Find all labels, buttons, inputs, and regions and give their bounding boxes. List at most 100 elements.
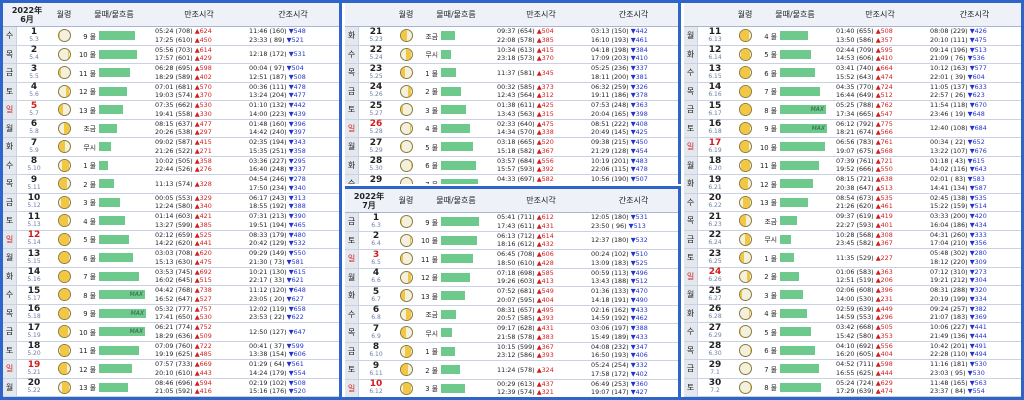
high-tide-1-change: ▲363: [875, 267, 893, 276]
low-tide-cell: 01:18 ( 43) ▼615 14:02 (116) ▼643: [928, 157, 1021, 174]
high-tide-2-change: ▲206: [875, 276, 893, 285]
solar-date: 28: [369, 156, 383, 167]
high-tide-cell: 07:52 (681) ▲549 20:07 (595) ▲404: [493, 287, 589, 304]
low-tide-1-change: ▼532: [630, 236, 648, 244]
high-tide-1-time: 05:25 (788): [836, 101, 874, 110]
high-tide-1: 10:15 (599) ▲367: [497, 343, 589, 352]
tide-strength-bar: [99, 86, 127, 96]
low-tide-2: 18:11 (200) ▼381: [591, 73, 678, 82]
tide-strength-bar: [99, 123, 117, 133]
july-panel-right: 월령 물때/물흐름 만조시각 간조시각 월 11 6.13 4 물 01:40 (655) ▲5…: [684, 3, 1021, 397]
low-tide-2-time: 13:22 (107): [930, 146, 968, 155]
tide-name: 11 물: [420, 255, 438, 264]
low-tide-1-time: 02:19 (102): [249, 378, 287, 387]
high-tide-cell: 01:40 (655) ▲508 13:50 (586) ▲357: [832, 27, 928, 44]
lunar-date: 5.13: [27, 220, 41, 228]
high-tide-cell: 04:42 (768) ▲738 16:52 (647) ▲527: [151, 286, 247, 303]
high-tide-1-change: ▲367: [536, 342, 554, 351]
lunar-date: 6.24: [708, 239, 722, 247]
low-tide-1: 08:51 (222) ▼408: [591, 120, 678, 129]
weekday-cell: 화: [345, 287, 359, 305]
low-tide-2-change: ▼397: [288, 128, 306, 137]
high-tide-2-time: 16:52 (647): [155, 294, 193, 303]
moon-cell: [51, 380, 77, 394]
high-tide-1-change: ▲598: [194, 64, 212, 73]
low-tide-2: 22:01 ( 39) ▼604: [930, 73, 1021, 82]
solar-date: 10: [369, 379, 383, 390]
solar-date: 20: [708, 193, 722, 204]
low-tide-2: 18:55 (192) ▼388: [249, 202, 339, 211]
moon-illumination: [58, 270, 70, 282]
moon-phase-icon: [738, 325, 752, 339]
high-tide-cell: 03:57 (684) ▲556 15:57 (593) ▲392: [493, 157, 589, 174]
weekday-cell: 수: [684, 193, 698, 211]
moon-illumination: [745, 233, 751, 245]
low-tide-2: 13:22 (107) ▼676: [930, 147, 1021, 156]
date-cell: 2 6.4: [359, 232, 393, 248]
tide-name: 2 물: [83, 180, 96, 189]
moon-illumination: [400, 67, 405, 79]
high-tide-2-time: 16:02 (645): [155, 276, 193, 285]
tide-name: 3 물: [425, 106, 438, 115]
high-tide-1-time: 07:57 (733): [155, 360, 193, 369]
high-tide-1-change: ▲556: [536, 156, 554, 165]
low-tide-cell: 02:01 ( 83) ▼583 14:41 (134) ▼587: [928, 175, 1021, 192]
high-tide-1-time: 00:05 (553): [155, 193, 193, 202]
high-tide-2-time: 15:13 (630): [155, 257, 193, 266]
high-tide-1: 10:28 (568) ▲308: [836, 231, 928, 240]
moon-phase-icon: [738, 177, 752, 191]
moon-cell: [393, 289, 419, 303]
solar-date: 24: [369, 82, 383, 93]
solar-date: 20: [27, 378, 41, 389]
high-tide-1-time: 04:42 (768): [155, 286, 193, 295]
moon-cell: [393, 140, 419, 154]
low-tide-1: 04:54 (246) ▼278: [249, 175, 339, 184]
moon-phase-icon: [738, 380, 752, 394]
moon-phase-header: 월령: [398, 10, 414, 19]
high-tide-1: 05:56 (703) ▲614: [155, 46, 247, 55]
low-tide-2-time: 12:51 (187): [249, 72, 287, 81]
moon-cell: [393, 121, 419, 135]
solar-date: 12: [708, 45, 722, 56]
high-tide-2: 13:50 (586) ▲357: [836, 36, 928, 45]
tide-strength-bar: [780, 271, 799, 281]
tide-strength-bar: [780, 382, 821, 392]
moon-illumination: [741, 159, 751, 171]
table-row: 수 20 6.22 13 물 08:54 (673) ▲535 21:26 (620) ▲…: [684, 193, 1021, 212]
low-tide-2-time: 14:24 (179): [249, 368, 287, 377]
low-tide-1-time: 02:45 (138): [930, 193, 968, 202]
low-tide-2-change: ▼512: [630, 277, 648, 286]
low-tide-2-change: ▼627: [286, 294, 304, 303]
moon-cell: [393, 326, 419, 340]
table-row: 수 8 5.10 1 물 10:02 (505) ▲358 22:44 (526) ▲27…: [3, 156, 339, 175]
high-tide-1: 11:37 (581) ▲345: [497, 69, 589, 78]
low-tide-cell: 10:56 (190) ▼50722:41 (105) ▼497: [589, 175, 678, 184]
low-tide-1: 09:29 (149) ▼550: [249, 249, 339, 258]
low-tide-cell: 10:06 (227) ▼441 21:49 (136) ▼444: [928, 323, 1021, 340]
solar-date: 10: [27, 193, 41, 204]
tide-name: 9 물: [83, 32, 96, 41]
moon-cell: [393, 363, 419, 377]
high-tide-2-time: 14:53 (606): [836, 54, 874, 63]
high-tide-2: 16:55 (625) ▲444: [836, 369, 928, 378]
low-tide-2-change: ▼648: [967, 109, 985, 118]
tide-strength-cell: [441, 232, 493, 250]
high-tide-2-time: 20:07 (595): [497, 295, 535, 304]
moon-phase-icon: [57, 269, 71, 283]
moon-phase-icon: [738, 232, 752, 246]
table-row: 수 1 5.3 9 물 05:24 (708) ▲624 17:25 (610) ▲450…: [3, 27, 339, 46]
high-tide-2: 18:16 (612) ▲432: [497, 240, 589, 249]
table-row: 화 5 6.7 13 물 07:52 (681) ▲549 20:07 (595) ▲40…: [345, 287, 678, 306]
tide-strength-cell: [99, 46, 151, 64]
lunar-date: 6.5: [371, 258, 381, 266]
moon-illumination: [407, 85, 412, 97]
lunar-date: 5.17: [27, 294, 41, 302]
high-tide-2-change: ▲231: [875, 294, 893, 303]
low-tide-1-change: ▼295: [288, 156, 306, 165]
weekday-cell: 화: [684, 45, 698, 63]
low-tide-1-time: 12:50 (127): [249, 327, 287, 336]
moon-cell: [732, 343, 758, 357]
high-tide-1-time: 11:37 (581): [497, 68, 535, 77]
tide-name: 7 물: [419, 179, 441, 184]
high-tide-1: 03:57 (684) ▲556: [497, 157, 589, 166]
